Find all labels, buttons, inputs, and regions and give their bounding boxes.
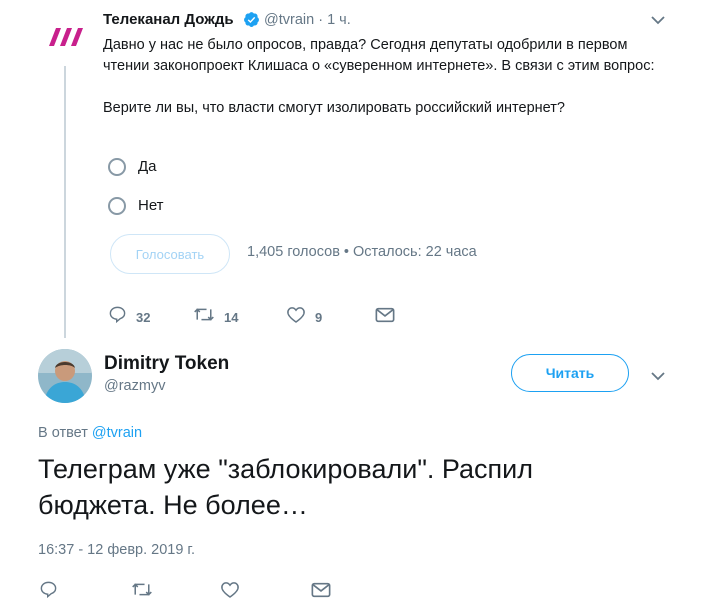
vote-button[interactable]: Голосовать [110, 234, 230, 274]
tvrain-logo-icon[interactable] [48, 26, 84, 48]
reply-to-handle-link[interactable]: @tvrain [92, 425, 142, 441]
reply-count: 32 [136, 309, 151, 325]
poll-option-radio-yes[interactable] [108, 158, 126, 176]
retweet-count: 14 [224, 309, 239, 325]
chevron-down-icon[interactable] [650, 12, 666, 28]
meta-separator: · [318, 12, 324, 28]
poll-option-label-no[interactable]: Нет [138, 197, 164, 214]
reply-author-name[interactable]: Dimitry Token [104, 353, 229, 375]
message-action-bottom[interactable] [311, 581, 331, 604]
follow-button[interactable]: Читать [511, 354, 629, 392]
reply-author-handle[interactable]: @razmyv [104, 378, 165, 394]
tweet-meta: @tvrain · 1 ч. [264, 12, 351, 28]
tweet-text: Давно у нас не было опросов, правда? Сег… [103, 37, 655, 116]
retweet-action-bottom[interactable] [131, 580, 153, 604]
retweet-icon[interactable] [193, 305, 215, 329]
reply-action-bottom[interactable] [39, 580, 58, 604]
retweet-icon[interactable] [131, 580, 153, 604]
verified-badge-icon [243, 11, 260, 28]
reply-action[interactable]: 32 [108, 305, 150, 329]
message-icon[interactable] [375, 306, 395, 329]
like-action-bottom[interactable] [220, 580, 240, 604]
poll-meta: 1,405 голосов • Осталось: 22 часа [247, 244, 477, 260]
reply-to-prefix: В ответ [38, 425, 92, 441]
retweet-action[interactable]: 14 [193, 305, 238, 329]
reply-icon[interactable] [39, 580, 58, 604]
tweet-time[interactable]: 1 ч. [327, 12, 351, 28]
avatar[interactable] [38, 349, 92, 403]
reply-text: Телеграм уже "заблокировали". Распил бюд… [38, 454, 533, 520]
like-action[interactable]: 9 [286, 305, 322, 329]
thread-connector-line [64, 66, 66, 338]
poll-option-label-yes[interactable]: Да [138, 158, 157, 175]
tweet-handle[interactable]: @tvrain [264, 12, 314, 28]
reply-timestamp[interactable]: 16:37 - 12 февр. 2019 г. [38, 542, 195, 558]
like-icon[interactable] [286, 305, 306, 329]
message-icon[interactable] [311, 581, 331, 604]
chevron-down-icon[interactable] [650, 368, 666, 384]
message-action[interactable] [375, 306, 395, 329]
like-count: 9 [315, 309, 323, 325]
reply-to-line: В ответ @tvrain [38, 425, 142, 441]
reply-icon[interactable] [108, 305, 127, 329]
like-icon[interactable] [220, 580, 240, 604]
poll-option-radio-no[interactable] [108, 197, 126, 215]
tweet-author-name[interactable]: Телеканал Дождь [103, 11, 234, 28]
